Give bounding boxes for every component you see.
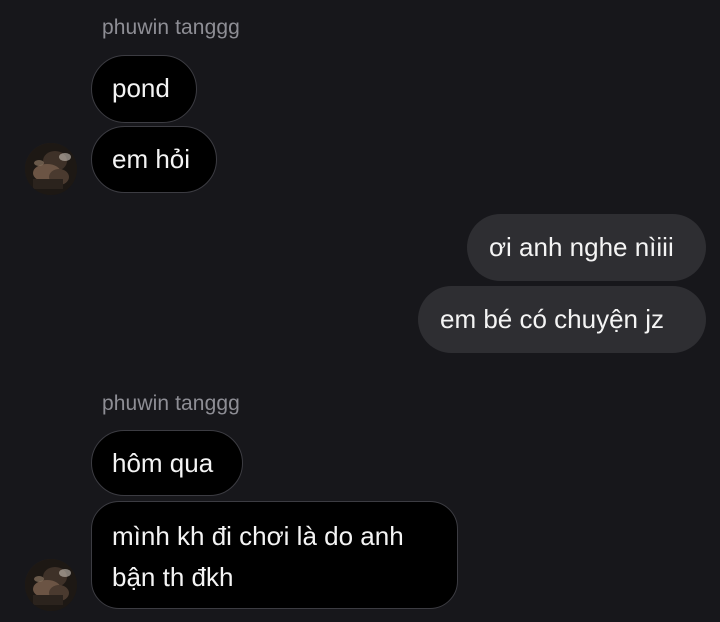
sender-name: phuwin tanggg — [102, 16, 240, 39]
avatar-photo-icon — [25, 559, 77, 611]
outgoing-message-bubble[interactable]: ơi anh nghe nìiii — [467, 214, 706, 281]
message-text: em hỏi — [112, 144, 191, 174]
sender-avatar[interactable] — [25, 559, 77, 611]
incoming-message-bubble[interactable]: mình kh đi chơi là do anh bận th đkh — [91, 501, 458, 609]
incoming-message-bubble[interactable]: em hỏi — [91, 126, 217, 193]
incoming-message-bubble[interactable]: hôm qua — [91, 430, 243, 496]
incoming-message-bubble[interactable]: pond — [91, 55, 197, 123]
message-text: pond — [112, 73, 170, 103]
outgoing-message-bubble[interactable]: em bé có chuyện jz — [418, 286, 706, 353]
avatar-photo-icon — [25, 143, 77, 195]
sender-name: phuwin tanggg — [102, 392, 240, 415]
message-text: em bé có chuyện jz — [440, 304, 665, 334]
message-text: hôm qua — [112, 448, 214, 478]
message-text: ơi anh nghe nìiii — [489, 232, 674, 262]
sender-avatar[interactable] — [25, 143, 77, 195]
message-text: mình kh đi chơi là do anh bận th đkh — [112, 521, 404, 592]
